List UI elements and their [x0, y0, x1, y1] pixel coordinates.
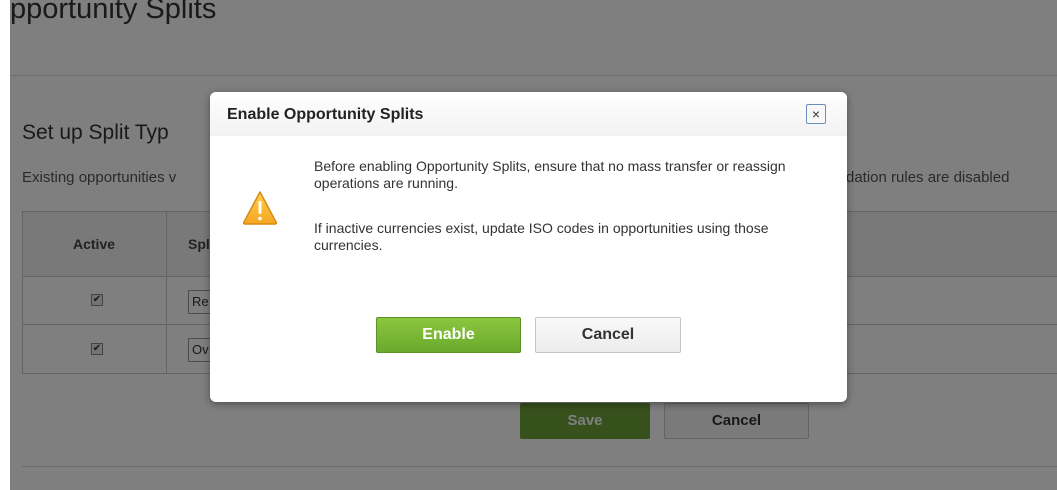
cancel-button[interactable]: Cancel — [535, 317, 681, 353]
dialog-title: Enable Opportunity Splits — [227, 106, 424, 123]
dialog-header: Enable Opportunity Splits × — [210, 92, 847, 136]
close-button[interactable]: × — [806, 104, 826, 124]
left-edge — [0, 0, 10, 490]
enable-button[interactable]: Enable — [376, 317, 521, 353]
warning-icon — [242, 191, 278, 225]
dialog-message-currencies: If inactive currencies exist, update ISO… — [314, 220, 769, 253]
dialog-message-transfer: Before enabling Opportunity Splits, ensu… — [314, 158, 786, 191]
enable-splits-dialog: Enable Opportunity Splits × Before enabl… — [210, 92, 847, 402]
